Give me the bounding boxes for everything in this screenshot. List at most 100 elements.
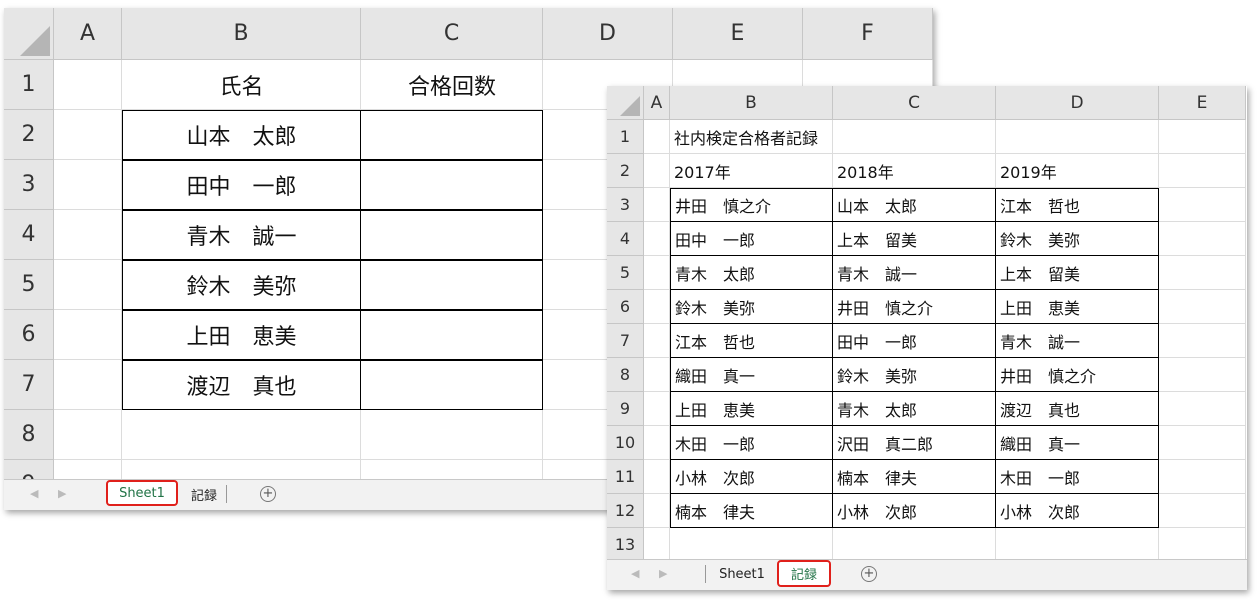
record-cell[interactable]: 織田 真一 [670,357,833,392]
record-cell[interactable]: 鈴木 美弥 [832,357,996,392]
add-sheet-icon[interactable]: + [861,566,877,582]
record-cell[interactable]: 楠本 律夫 [670,493,833,528]
cell-a7[interactable] [54,360,122,410]
column-header-d[interactable]: D [996,86,1159,120]
record-cell[interactable]: 青木 誠一 [832,255,996,290]
row-header-1[interactable]: 1 [607,120,644,154]
record-cell[interactable]: 小林 次郎 [832,493,996,528]
row-header-7[interactable]: 7 [607,324,644,358]
cell-c1[interactable] [833,120,996,154]
row-header-5[interactable]: 5 [4,260,54,310]
cell-e13[interactable] [1159,528,1246,562]
scroll-left-icon[interactable]: ◀ [631,567,639,580]
cell-d1[interactable] [996,120,1159,154]
pass-count-cell[interactable] [360,210,543,260]
record-cell[interactable]: 江本 哲也 [995,188,1159,222]
cell-a4[interactable] [644,222,670,256]
record-cell[interactable]: 沢田 真二郎 [832,425,996,460]
cell-e3[interactable] [1159,188,1246,222]
column-header-e[interactable]: E [1159,86,1246,120]
record-cell[interactable]: 鈴木 美弥 [995,221,1159,256]
column-header-b[interactable]: B [122,8,361,60]
name-cell[interactable]: 青木 誠一 [122,210,361,260]
name-cell[interactable]: 山本 太郎 [122,110,361,160]
cell-b13[interactable] [670,528,833,562]
row-header-9[interactable]: 9 [607,392,644,426]
pass-count-cell[interactable] [360,260,543,310]
row-header-4[interactable]: 4 [4,210,54,260]
select-all-corner[interactable] [4,8,54,60]
row-header-7[interactable]: 7 [4,360,54,410]
record-cell[interactable]: 木田 一郎 [995,459,1159,494]
record-cell[interactable]: 上田 恵美 [995,289,1159,324]
record-cell[interactable]: 上田 恵美 [670,391,833,426]
row-header-2[interactable]: 2 [4,110,54,160]
pass-count-cell[interactable] [360,310,543,360]
tab-sheet1[interactable]: Sheet1 [106,480,178,506]
cell-a3[interactable] [644,188,670,222]
row-header-8[interactable]: 8 [4,410,54,460]
name-cell[interactable]: 上田 恵美 [122,310,361,360]
cell-a8[interactable] [644,358,670,392]
record-cell[interactable]: 楠本 律夫 [832,459,996,494]
row-header-12[interactable]: 12 [607,494,644,528]
cell-a5[interactable] [54,260,122,310]
column-header-a[interactable]: A [644,86,670,120]
cell-a9[interactable] [644,392,670,426]
record-cell[interactable]: 青木 太郎 [832,391,996,426]
cell-e9[interactable] [1159,392,1246,426]
select-all-corner[interactable] [607,86,644,120]
row-header-3[interactable]: 3 [607,188,644,222]
record-cell[interactable]: 井田 慎之介 [995,357,1159,392]
cell-e2[interactable] [1159,154,1246,188]
row-header-3[interactable]: 3 [4,160,54,210]
pass-count-cell[interactable] [360,160,543,210]
record-cell[interactable]: 田中 一郎 [832,323,996,358]
row-header-2[interactable]: 2 [607,154,644,188]
cell-e10[interactable] [1159,426,1246,460]
row-header-13[interactable]: 13 [607,528,644,562]
cell-e11[interactable] [1159,460,1246,494]
cell-a12[interactable] [644,494,670,528]
cell-a11[interactable] [644,460,670,494]
cell-e8[interactable] [1159,358,1246,392]
scroll-left-icon[interactable]: ◀ [30,487,38,500]
cell-e5[interactable] [1159,256,1246,290]
name-cell[interactable]: 鈴木 美弥 [122,260,361,310]
cell-c8[interactable] [361,410,543,460]
name-cell[interactable]: 渡辺 真也 [122,360,361,410]
record-cell[interactable]: 山本 太郎 [832,188,996,222]
column-header-e[interactable]: E [673,8,803,60]
cell-a6[interactable] [644,290,670,324]
tab-kiroku[interactable]: 記録 [184,482,224,506]
scroll-right-icon[interactable]: ▶ [659,567,667,580]
record-cell[interactable]: 織田 真一 [995,425,1159,460]
cell-a4[interactable] [54,210,122,260]
record-cell[interactable]: 青木 太郎 [670,255,833,290]
row-header-6[interactable]: 6 [607,290,644,324]
column-header-a[interactable]: A [54,8,122,60]
row-header-5[interactable]: 5 [607,256,644,290]
pass-count-cell[interactable] [360,110,543,160]
row-header-4[interactable]: 4 [607,222,644,256]
cell-d13[interactable] [996,528,1159,562]
column-header-b[interactable]: B [670,86,833,120]
record-cell[interactable]: 小林 次郎 [995,493,1159,528]
cell-a6[interactable] [54,310,122,360]
cell-a2[interactable] [644,154,670,188]
add-sheet-icon[interactable]: + [260,486,276,502]
name-cell[interactable]: 田中 一郎 [122,160,361,210]
cell-a7[interactable] [644,324,670,358]
cell-e4[interactable] [1159,222,1246,256]
tab-sheet1[interactable]: Sheet1 [711,562,773,586]
cell-a8[interactable] [54,410,122,460]
column-header-c[interactable]: C [361,8,543,60]
row-header-11[interactable]: 11 [607,460,644,494]
cell-c13[interactable] [833,528,996,562]
cell-e6[interactable] [1159,290,1246,324]
row-header-1[interactable]: 1 [4,60,54,110]
scroll-right-icon[interactable]: ▶ [58,487,66,500]
cell-a1[interactable] [644,120,670,154]
row-header-8[interactable]: 8 [607,358,644,392]
cell-e1[interactable] [1159,120,1246,154]
